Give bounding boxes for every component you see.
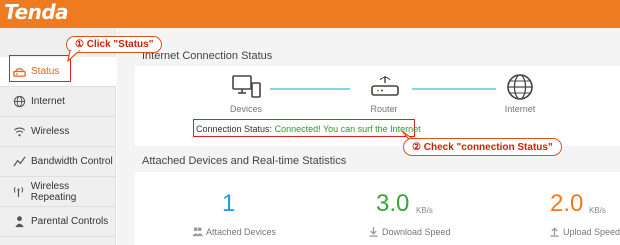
router-label: Router [370, 104, 398, 114]
upload-speed-value: 2.0 [550, 190, 584, 217]
status-highlight-box [9, 55, 71, 82]
sidebar-item-label: Wireless Repeating [30, 180, 77, 203]
internet-label: Internet [504, 104, 536, 114]
router-icon [371, 76, 399, 96]
internet-globe-icon [507, 74, 533, 100]
devices-label: Devices [229, 104, 262, 114]
upload-icon [550, 227, 559, 237]
download-speed-unit: KB/s [416, 206, 433, 215]
top-bar: Tenda [0, 0, 620, 28]
sidebar-item-label: Internet [31, 96, 65, 107]
connection-status-label: Connection Status: [196, 124, 273, 134]
sidebar-item-bandwidth-control[interactable]: Bandwidth Control [0, 147, 116, 177]
download-speed-label: Download Speed [382, 226, 451, 237]
upload-speed-unit: KB/s [589, 206, 606, 215]
upload-speed-stat-label: Upload Speed [549, 226, 620, 237]
upload-speed-label: Upload Speed [563, 226, 620, 237]
internet-status-title: Internet Connection Status [142, 50, 273, 62]
attached-devices-title: Attached Devices and Real-time Statistic… [142, 155, 347, 167]
antenna-icon [12, 185, 26, 199]
devices-icon [232, 75, 261, 98]
sidebar-item-wireless-repeating[interactable]: Wireless Repeating [0, 177, 116, 207]
sidebar-item-label: Wireless [31, 126, 70, 137]
attached-devices-stat-label[interactable]: Attached Devices [192, 226, 276, 237]
sidebar-item-wireless[interactable]: Wireless [0, 117, 116, 147]
person-icon [12, 215, 26, 229]
chart-icon [12, 155, 26, 169]
devices-router-link [270, 88, 350, 90]
sidebar-item-label: Bandwidth Control [31, 156, 113, 167]
sidebar-item-label: Parental Controls [31, 216, 109, 227]
download-speed-value: 3.0 [376, 190, 410, 217]
globe-icon [12, 95, 26, 109]
sidebar-item-internet[interactable]: Internet [0, 87, 116, 117]
download-speed-stat-label: Download Speed [368, 226, 451, 237]
attached-devices-count: 1 [222, 190, 236, 217]
annotation-step1-arrow [67, 50, 81, 62]
users-icon [192, 227, 203, 237]
wifi-icon [12, 125, 26, 139]
sidebar-item-parental-controls[interactable]: Parental Controls [0, 207, 116, 237]
tenda-logo: Tenda [4, 0, 69, 24]
annotation-step2: ② Check "connection Status" [403, 138, 562, 156]
attached-devices-label: Attached Devices [206, 226, 277, 237]
download-icon [369, 226, 378, 237]
connection-status: Connection Status: Connected! You can su… [196, 124, 421, 134]
router-internet-link [412, 88, 496, 90]
